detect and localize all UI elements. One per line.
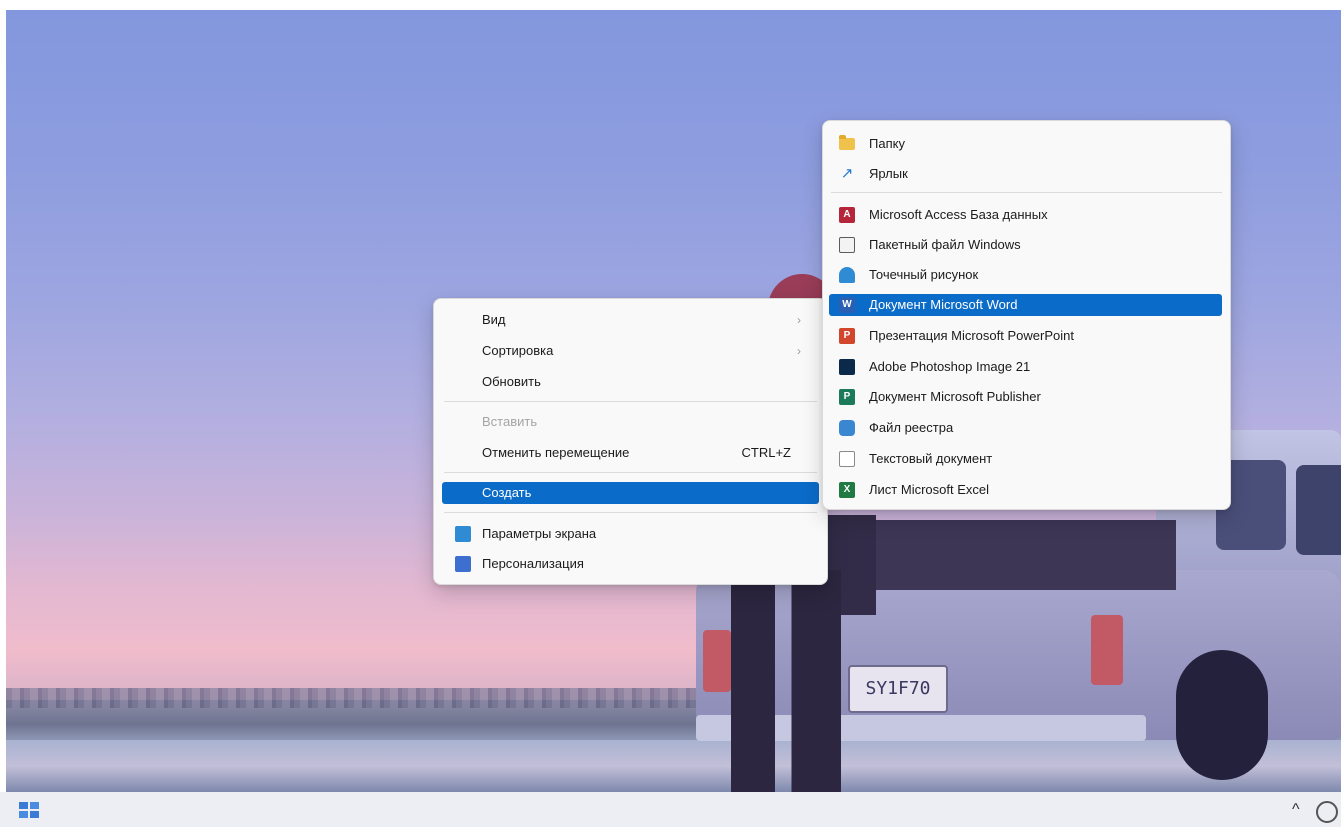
menu-item-label: Обновить [482, 374, 541, 389]
wallpaper-car-trunk [846, 520, 1176, 590]
new-photoshop-item[interactable]: Adobe Photoshop Image 21 [831, 356, 1222, 378]
menu-item-label: Документ Microsoft Publisher [869, 389, 1041, 404]
menu-separator [831, 192, 1222, 193]
wallpaper-treeline [6, 688, 726, 708]
new-text-document-item[interactable]: Текстовый документ [831, 448, 1222, 470]
menu-item-label: Adobe Photoshop Image 21 [869, 359, 1031, 374]
wallpaper-water [6, 740, 1341, 792]
excel-icon: X [839, 482, 855, 498]
batch-file-icon [839, 237, 855, 253]
menu-item-shortcut: CTRL+Z [741, 445, 791, 460]
new-publisher-item[interactable]: P Документ Microsoft Publisher [831, 386, 1222, 408]
powerpoint-icon: P [839, 328, 855, 344]
new-folder-item[interactable]: Папку [831, 133, 1222, 155]
new-batch-file-item[interactable]: Пакетный файл Windows [831, 234, 1222, 256]
wallpaper-tail-light-left [703, 630, 731, 692]
menu-item-label: Папку [869, 136, 905, 151]
menu-item-label: Текстовый документ [869, 451, 993, 466]
menu-separator [444, 472, 817, 473]
chevron-right-icon: › [797, 344, 801, 358]
menu-separator [444, 512, 817, 513]
menu-item-new[interactable]: Создать [442, 482, 819, 504]
new-registry-file-item[interactable]: Файл реестра [831, 417, 1222, 439]
menu-item-personalize[interactable]: Персонализация [444, 553, 817, 575]
wallpaper-car-window-rear [1296, 465, 1341, 555]
text-document-icon [839, 451, 855, 467]
word-icon: W [839, 297, 855, 313]
chevron-up-icon[interactable]: ^ [1292, 800, 1300, 820]
wallpaper-tail-light-right [1091, 615, 1123, 685]
new-bitmap-item[interactable]: Точечный рисунок [831, 264, 1222, 286]
display-settings-icon [455, 526, 471, 542]
menu-item-sort[interactable]: Сортировка › [444, 340, 817, 362]
menu-item-label: Файл реестра [869, 420, 954, 435]
photoshop-icon [839, 359, 855, 375]
menu-item-label: Точечный рисунок [869, 267, 979, 282]
menu-item-label: Вставить [482, 414, 538, 429]
menu-item-label: Microsoft Access База данных [869, 207, 1048, 222]
menu-item-label: Сортировка [482, 343, 554, 358]
menu-item-label: Вид [482, 312, 506, 327]
menu-item-label: Персонализация [482, 556, 584, 571]
desktop-context-menu: Вид › Сортировка › Обновить Вставить Отм… [433, 298, 828, 585]
folder-icon [839, 135, 855, 150]
new-powerpoint-item[interactable]: P Презентация Microsoft PowerPoint [831, 325, 1222, 347]
shortcut-arrow-icon: ↗ [840, 165, 854, 182]
wallpaper-figure-legs [731, 570, 841, 792]
menu-item-undo-move[interactable]: Отменить перемещение CTRL+Z [444, 442, 817, 464]
registry-icon [839, 420, 855, 436]
taskbar: ^ [0, 792, 1341, 827]
start-icon[interactable] [18, 800, 40, 820]
chevron-right-icon: › [797, 313, 801, 327]
menu-item-label: Отменить перемещение [482, 445, 630, 460]
menu-separator [444, 401, 817, 402]
menu-item-label: Параметры экрана [482, 526, 597, 541]
publisher-icon: P [839, 389, 855, 405]
menu-item-refresh[interactable]: Обновить [444, 371, 817, 393]
desktop[interactable]: SY1F70 Вид › Сортировка › Обновить Встав… [0, 0, 1341, 827]
new-excel-sheet-item[interactable]: X Лист Microsoft Excel [831, 479, 1222, 501]
menu-item-label: Презентация Microsoft PowerPoint [869, 328, 1074, 343]
menu-item-label: Документ Microsoft Word [869, 297, 1018, 312]
menu-item-label: Создать [482, 485, 532, 500]
menu-item-label: Лист Microsoft Excel [869, 482, 989, 497]
new-word-document-item[interactable]: W Документ Microsoft Word [829, 294, 1222, 316]
menu-item-label: Пакетный файл Windows [869, 237, 1021, 252]
bitmap-icon [839, 267, 855, 283]
new-submenu: Папку ↗ Ярлык A Microsoft Access База да… [822, 120, 1231, 510]
tray-status-icon[interactable] [1316, 801, 1338, 823]
menu-item-paste: Вставить [444, 411, 817, 433]
menu-item-display-settings[interactable]: Параметры экрана [444, 523, 817, 545]
new-shortcut-item[interactable]: ↗ Ярлык [831, 163, 1222, 185]
menu-item-view[interactable]: Вид › [444, 309, 817, 331]
personalize-icon [455, 556, 471, 572]
wallpaper-car-wheel [1176, 650, 1268, 780]
new-access-database-item[interactable]: A Microsoft Access База данных [831, 204, 1222, 226]
access-icon: A [839, 207, 855, 223]
wallpaper-license-plate: SY1F70 [848, 665, 948, 713]
menu-item-label: Ярлык [869, 166, 908, 181]
